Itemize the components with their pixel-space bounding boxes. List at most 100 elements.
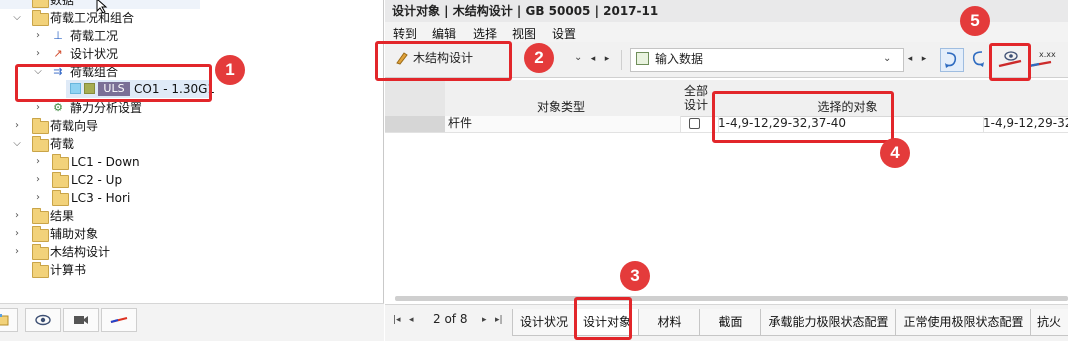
pick-arrow-icon — [972, 51, 984, 67]
tree-item-loads[interactable]: ⌵ 荷载 — [0, 135, 384, 153]
tab-design-situations[interactable]: 设计状况 — [512, 309, 576, 336]
tree-item-label: 数据 — [50, 0, 75, 7]
all-design-checkbox[interactable] — [689, 118, 700, 129]
header-label: 全部 — [683, 84, 708, 98]
navigator-panel: 数据 ⌵ 荷载工况和组合 › ⊥ 荷载工况 › ↗ 设计状况 ⌵ ⇉ 荷载组合 … — [0, 0, 384, 341]
folder-icon — [32, 136, 49, 152]
chevron-down-icon[interactable]: ⌵ — [12, 135, 22, 153]
tab-materials[interactable]: 材料 — [638, 309, 701, 336]
chevron-right-icon[interactable]: › — [12, 207, 22, 225]
step-badge-4: 4 — [880, 138, 910, 168]
navigator-data-tab[interactable] — [0, 308, 18, 332]
cursor-icon — [96, 0, 108, 14]
folder-icon — [32, 262, 49, 278]
tree-item-guide-objects[interactable]: › 辅助对象 — [0, 225, 384, 243]
tree-item-label: 荷载向导 — [50, 119, 99, 133]
tree-item-results[interactable]: › 结果 — [0, 207, 384, 225]
tree-item-label: 结果 — [50, 209, 75, 223]
chevron-down-icon[interactable]: ⌄ — [574, 48, 582, 68]
tree-item-lc3[interactable]: › LC3 - Hori — [0, 189, 384, 207]
chevron-right-icon[interactable]: › — [12, 243, 22, 261]
highlight-box-combination — [15, 64, 212, 102]
select-in-graphic-button[interactable] — [940, 48, 964, 72]
highlight-box-module — [375, 41, 512, 81]
navigator-views-tab[interactable] — [63, 308, 99, 332]
svg-text:x.xx: x.xx — [1039, 50, 1056, 59]
next-page-button[interactable]: ▸ — [482, 315, 487, 325]
menu-edit[interactable]: 编辑 — [432, 25, 456, 42]
folder-icon — [32, 118, 49, 134]
tab-sections[interactable]: 截面 — [699, 309, 762, 336]
chevron-down-icon[interactable]: ⌄ — [883, 49, 891, 69]
folder-icon — [32, 226, 49, 242]
last-page-button[interactable]: ▸| — [495, 315, 503, 325]
highlight-box-selected-objects — [712, 91, 894, 143]
header-label: 设计 — [683, 98, 708, 112]
input-data-icon — [636, 52, 649, 65]
tree-item-lc1[interactable]: › LC1 - Down — [0, 153, 384, 171]
tab-uls-configurations[interactable]: 承载能力极限状态配置 — [760, 309, 897, 336]
tree-item-label: 荷载 — [50, 137, 75, 151]
highlight-box-design-objects-tab — [574, 297, 632, 340]
cell-extra[interactable]: 1-4,9-12,29-32,3 — [980, 116, 1068, 133]
tree-item-printout-report[interactable]: 计算书 — [0, 261, 384, 279]
select-arrow-icon — [945, 52, 957, 68]
chevron-right-icon[interactable]: › — [12, 117, 22, 135]
menu-view[interactable]: 视图 — [512, 25, 536, 42]
tree-item-design-situations[interactable]: › ↗ 设计状况 — [0, 45, 384, 63]
tree-item-lc2[interactable]: › LC2 - Up — [0, 171, 384, 189]
eye-icon — [35, 314, 51, 326]
chevron-right-icon[interactable]: › — [33, 153, 43, 171]
menu-goto[interactable]: 转到 — [393, 25, 417, 42]
tree-item-load-wizards[interactable]: › 荷载向导 — [0, 117, 384, 135]
row-header[interactable] — [385, 116, 449, 133]
page-indicator: 2 of 8 — [433, 312, 468, 326]
next-module-button[interactable]: ▸ — [599, 49, 615, 69]
cell-object-type[interactable]: 杆件 — [445, 116, 681, 133]
highlight-box-show-objects — [989, 43, 1031, 81]
tree-item-load-cases-combinations[interactable]: ⌵ 荷载工况和组合 — [0, 9, 384, 27]
load-case-icon: ⊥ — [53, 29, 63, 42]
tree-item-load-cases[interactable]: › ⊥ 荷载工况 — [0, 27, 384, 45]
folder-icon — [52, 172, 69, 188]
navigator-tab-strip — [0, 303, 384, 341]
first-page-button[interactable]: |◂ — [393, 315, 401, 325]
folder-icon — [32, 0, 49, 8]
tree-item-label: 木结构设计 — [50, 245, 111, 259]
tree-item-label: 设计状况 — [70, 47, 119, 61]
folder-icon — [52, 154, 69, 170]
step-badge-1: 1 — [215, 55, 245, 85]
row-header-corner — [385, 80, 446, 117]
tab-sls-configurations[interactable]: 正常使用极限状态配置 — [895, 309, 1032, 336]
chevron-right-icon[interactable]: › — [12, 225, 22, 243]
horizontal-scrollbar[interactable] — [395, 296, 1068, 301]
previous-page-button[interactable]: ◂ — [409, 315, 414, 325]
view-select[interactable]: 输入数据 ⌄ — [630, 48, 904, 72]
folder-icon — [52, 190, 69, 206]
column-header-object-type[interactable]: 对象类型 — [445, 80, 678, 117]
chevron-right-icon[interactable]: › — [33, 27, 43, 45]
navigator-display-tab[interactable] — [25, 308, 61, 332]
chevron-right-icon[interactable]: › — [33, 189, 43, 207]
tree-item-label: 荷载工况 — [70, 29, 119, 43]
video-camera-icon — [74, 316, 88, 324]
step-badge-3: 3 — [620, 261, 650, 291]
chevron-right-icon[interactable]: › — [33, 171, 43, 189]
navigator-results-tab[interactable] — [101, 308, 137, 332]
menu-select[interactable]: 选择 — [473, 25, 497, 42]
tree-item-label: LC2 - Up — [71, 173, 123, 187]
view-select-value: 输入数据 — [655, 52, 704, 66]
chevron-down-icon[interactable]: ⌵ — [12, 9, 22, 27]
column-header-extra[interactable] — [980, 80, 1068, 117]
column-header-all-design[interactable]: 全部 设计 — [677, 80, 716, 117]
tab-fire-resistance[interactable]: 抗火 — [1030, 309, 1068, 336]
step-badge-5: 5 — [960, 6, 990, 36]
data-tree-icon — [0, 314, 9, 326]
menu-settings[interactable]: 设置 — [552, 25, 576, 42]
tree-item-label: LC1 - Down — [71, 155, 140, 169]
export-table-button[interactable]: x.xx — [1027, 48, 1057, 72]
next-view-button[interactable]: ▸ — [916, 49, 932, 69]
tree-item-timber-design[interactable]: › 木结构设计 — [0, 243, 384, 261]
deselect-button[interactable] — [966, 48, 988, 72]
chevron-right-icon[interactable]: › — [33, 45, 43, 63]
